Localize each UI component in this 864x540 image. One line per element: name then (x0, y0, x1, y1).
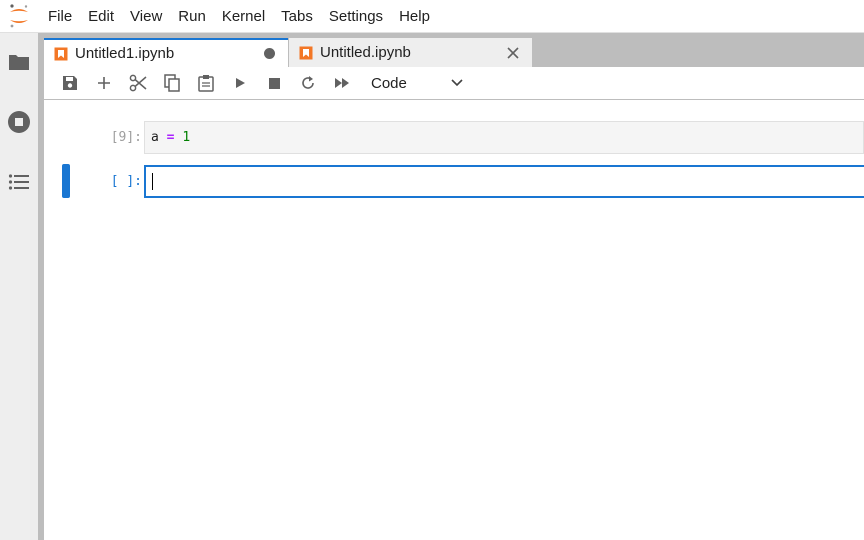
folder-icon[interactable] (7, 50, 31, 74)
execution-count: [9]: (110, 130, 142, 145)
menu-settings[interactable]: Settings (321, 0, 391, 33)
menu-bar: File Edit View Run Kernel Tabs Settings … (0, 0, 864, 33)
cell-editor[interactable]: a = 1 (144, 121, 864, 154)
tab-untitled[interactable]: Untitled.ipynb (289, 38, 532, 67)
menu-kernel[interactable]: Kernel (214, 0, 273, 33)
menu-tabs[interactable]: Tabs (273, 0, 321, 33)
left-sidebar (0, 33, 44, 540)
menu-file[interactable]: File (38, 0, 80, 33)
tab-label: Untitled1.ipynb (75, 45, 175, 62)
tab-label: Untitled.ipynb (320, 44, 411, 61)
stop-icon[interactable] (257, 69, 291, 97)
restart-icon[interactable] (291, 69, 325, 97)
unsaved-indicator-icon[interactable] (264, 48, 275, 59)
jupyter-logo-icon[interactable] (0, 0, 38, 33)
execution-count: [ ]: (110, 174, 142, 189)
run-icon[interactable] (223, 69, 257, 97)
code-variable: a (151, 130, 159, 145)
code-operator: = (166, 130, 175, 145)
tab-untitled1[interactable]: Untitled1.ipynb (44, 38, 288, 67)
active-code-cell[interactable]: [ ]: (44, 164, 864, 198)
run-all-icon[interactable] (325, 69, 359, 97)
cell-editor[interactable] (144, 165, 864, 198)
code-number: 1 (182, 130, 191, 145)
copy-icon[interactable] (155, 69, 189, 97)
menu-edit[interactable]: Edit (80, 0, 122, 33)
paste-icon[interactable] (189, 69, 223, 97)
notebook-toolbar: Code (44, 67, 864, 100)
add-cell-icon[interactable] (87, 69, 121, 97)
cut-icon[interactable] (121, 69, 155, 97)
text-cursor (152, 173, 153, 190)
tab-bar: Untitled1.ipynb Untitled.ipynb (44, 33, 864, 67)
cell-type-select[interactable]: Code (363, 70, 463, 96)
notebook-icon (54, 47, 68, 61)
running-sessions-icon[interactable] (7, 110, 31, 134)
code-cell[interactable]: [9]: a = 1 (44, 121, 864, 154)
menu-help[interactable]: Help (391, 0, 438, 33)
save-icon[interactable] (53, 69, 87, 97)
chevron-down-icon (451, 74, 463, 92)
cell-type-label: Code (371, 74, 407, 92)
notebook-icon (299, 46, 313, 60)
notebook-panel: [9]: a = 1 [ ]: (44, 100, 864, 540)
menu-run[interactable]: Run (170, 0, 214, 33)
close-icon[interactable] (506, 46, 520, 60)
table-of-contents-icon[interactable] (7, 170, 31, 194)
cell-collapser[interactable] (62, 164, 70, 198)
menu-view[interactable]: View (122, 0, 170, 33)
